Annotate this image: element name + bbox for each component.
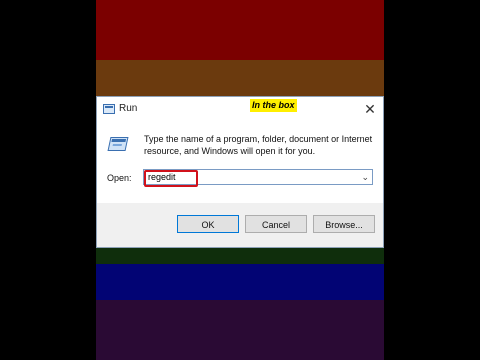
open-label: Open: [107,173,132,183]
background-band-brown [96,60,384,96]
open-combobox[interactable]: ⌄ [143,169,373,185]
run-dialog: Run In the box ✕ Type the name of a prog… [96,96,384,248]
cancel-button[interactable]: Cancel [245,215,307,233]
dialog-content: Type the name of a program, folder, docu… [97,123,383,203]
dialog-description: Type the name of a program, folder, docu… [144,134,373,156]
close-icon[interactable]: ✕ [363,101,377,117]
run-app-icon [107,137,129,151]
background-band-purple [96,300,384,360]
annotation-label: In the box [250,99,297,112]
chevron-down-icon[interactable]: ⌄ [361,172,369,183]
ok-button[interactable]: OK [177,215,239,233]
browse-button[interactable]: Browse... [313,215,375,233]
run-app-icon [103,104,115,114]
dialog-titlebar[interactable]: Run In the box ✕ [97,97,383,123]
open-input[interactable] [146,171,350,183]
dialog-title: Run [119,103,138,114]
background-band-blue [96,264,384,300]
background-band-red [96,0,384,60]
background-band-green [96,248,384,264]
